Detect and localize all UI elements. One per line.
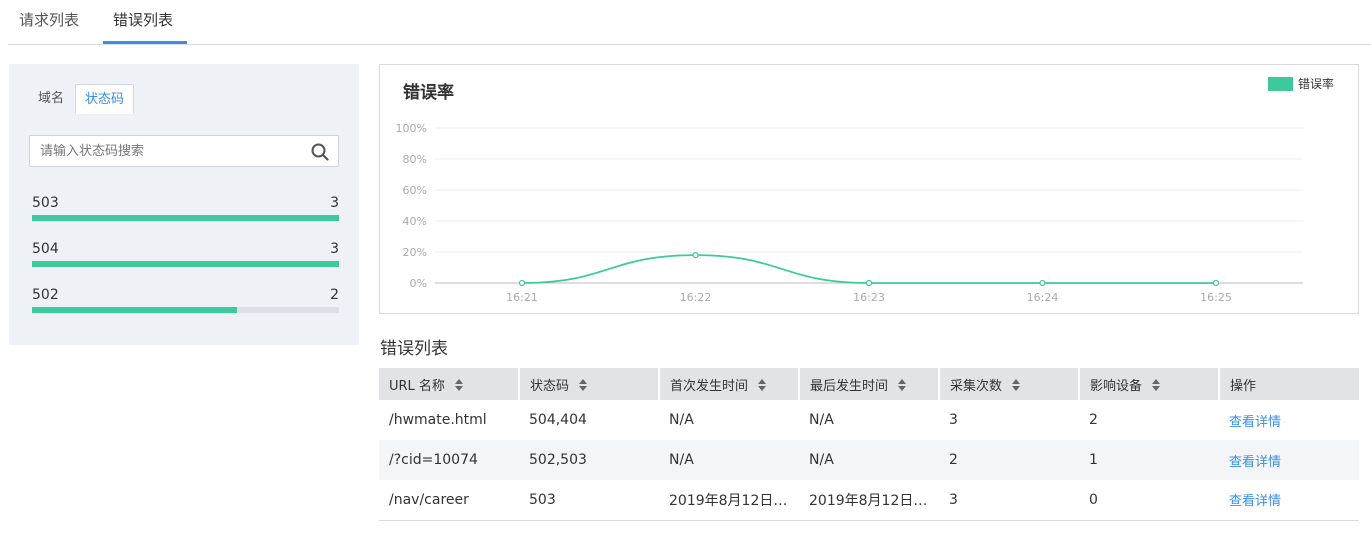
column-header-devices[interactable]: 影响设备 (1079, 368, 1220, 400)
cell-devices: 2 (1089, 412, 1098, 428)
table-row: /hwmate.html 504,404 N/A N/A 3 2 查看详情 (379, 400, 1359, 440)
sort-icon[interactable] (1152, 378, 1161, 391)
column-header-status[interactable]: 状态码 (519, 368, 660, 400)
legend-swatch (1267, 76, 1293, 91)
legend-label: 错误率 (1297, 77, 1334, 91)
status-code-item-502[interactable]: 502 2 (32, 287, 339, 317)
status-code-count: 3 (330, 195, 339, 211)
search-input[interactable] (30, 136, 300, 166)
cell-collect-count: 2 (939, 440, 1079, 480)
chart-title: 错误率 (403, 83, 454, 103)
cell-status: 504,404 (529, 412, 587, 428)
column-header-url[interactable]: URL 名称 (379, 368, 520, 400)
data-point (865, 279, 873, 287)
y-tick-label: 80% (403, 153, 427, 166)
data-point (1039, 279, 1046, 287)
sort-icon[interactable] (758, 378, 767, 391)
y-tick-label: 20% (403, 246, 427, 259)
sort-icon[interactable] (1012, 378, 1021, 391)
cell-url: /hwmate.html (389, 412, 487, 428)
chart-plot: 0% 20% 40% 60% 80% 100% 16:21 16:22 16:23 16:24 16… (396, 122, 1303, 304)
status-code-bar-fill (32, 261, 339, 267)
x-tick-label: 16:22 (680, 291, 712, 304)
cell-last-time: 2019年8月12日… (799, 480, 939, 521)
y-tick-label: 40% (403, 215, 427, 228)
status-code-bar-fill (32, 307, 237, 313)
filter-tab-status-code[interactable]: 状态码 (75, 84, 135, 114)
y-tick-label: 60% (403, 184, 427, 197)
cell-last-time: N/A (799, 440, 939, 480)
x-tick-label: 16:25 (1200, 291, 1232, 304)
status-code-bar (32, 215, 339, 221)
cell-collect-count: 3 (939, 480, 1079, 521)
view-details-link[interactable]: 查看详情 (1229, 455, 1281, 470)
cell-action: 查看详情 (1219, 400, 1359, 440)
cell-action: 查看详情 (1219, 480, 1359, 521)
status-code-label: 504 (32, 241, 59, 257)
table-row: /nav/career 503 2019年8月12日… 2019年8月12日… … (379, 480, 1359, 521)
column-header-first-time[interactable]: 首次发生时间 (659, 368, 800, 400)
data-point (518, 279, 526, 287)
cell-collect-count: 3 (949, 412, 958, 428)
tabs-divider (8, 44, 1371, 45)
sort-icon[interactable] (579, 378, 588, 391)
status-code-count: 2 (330, 287, 339, 303)
view-details-link[interactable]: 查看详情 (1229, 415, 1281, 430)
error-table: URL 名称 状态码 首次发生时间 最后发生时间 采集次数 影响设备 操作 /h… (379, 368, 1359, 521)
column-header-collect-count[interactable]: 采集次数 (939, 368, 1080, 400)
status-code-bar-fill (32, 215, 339, 221)
table-header-row: URL 名称 状态码 首次发生时间 最后发生时间 采集次数 影响设备 操作 (379, 368, 1359, 400)
filter-tab-domain[interactable]: 域名 (29, 84, 73, 114)
column-header-last-time[interactable]: 最后发生时间 (799, 368, 940, 400)
cell-devices: 0 (1079, 480, 1219, 521)
status-code-item-503[interactable]: 503 3 (32, 195, 339, 225)
status-code-label: 503 (32, 195, 59, 211)
error-rate-chart: 0% 20% 40% 60% 80% 100% 16:21 16:22 16:23 16:24 16… (379, 64, 1359, 314)
search-box (29, 135, 339, 167)
cell-devices: 1 (1079, 440, 1219, 480)
x-tick-label: 16:21 (506, 291, 538, 304)
tab-request-list[interactable]: 请求列表 (19, 9, 79, 30)
status-code-bar (32, 261, 339, 267)
cell-url: /?cid=10074 (379, 440, 519, 480)
chart-legend[interactable]: 错误率 (1267, 75, 1334, 92)
sort-icon[interactable] (454, 378, 463, 391)
data-point (1212, 279, 1220, 287)
series-line (521, 254, 1216, 284)
cell-action: 查看详情 (1219, 440, 1359, 480)
cell-last-time: N/A (809, 412, 834, 428)
status-code-count: 3 (330, 241, 339, 257)
list-title: 错误列表 (380, 339, 448, 359)
search-icon[interactable] (311, 143, 329, 161)
sort-icon[interactable] (898, 378, 907, 391)
status-code-item-504[interactable]: 504 3 (32, 241, 339, 271)
filter-panel: 域名 状态码 503 3 504 3 502 2 (9, 64, 359, 345)
view-details-link[interactable]: 查看详情 (1229, 494, 1281, 509)
column-header-action: 操作 (1219, 368, 1359, 400)
cell-status: 502,503 (519, 440, 659, 480)
cell-first-time: 2019年8月12日… (659, 480, 799, 521)
cell-first-time: N/A (669, 412, 694, 428)
status-code-label: 502 (32, 287, 59, 303)
cell-first-time: N/A (659, 440, 799, 480)
tab-error-list[interactable]: 错误列表 (113, 9, 173, 30)
x-tick-label: 16:23 (853, 291, 885, 304)
cell-status: 503 (519, 480, 659, 521)
table-row: /?cid=10074 502,503 N/A N/A 2 1 查看详情 (379, 440, 1359, 480)
data-point (692, 252, 699, 259)
y-tick-label: 0% (410, 277, 427, 290)
y-tick-label: 100% (396, 122, 427, 135)
cell-url: /nav/career (379, 480, 519, 521)
top-tabs: 请求列表 错误列表 (0, 0, 1371, 45)
x-tick-label: 16:24 (1027, 291, 1059, 304)
status-code-bar (32, 307, 339, 313)
